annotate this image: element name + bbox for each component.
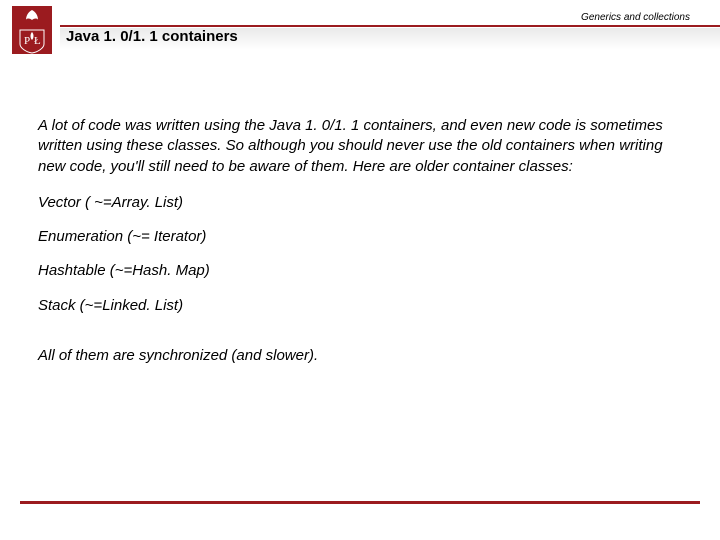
svg-text:P: P [24, 35, 30, 47]
header-rule [60, 25, 720, 27]
list-item: Vector ( ~=Array. List) [38, 193, 682, 213]
slide-header: P Ł Generics and collections Java 1. 0/1… [0, 0, 720, 58]
intro-paragraph: A lot of code was written using the Java… [38, 116, 682, 177]
footnote-paragraph: All of them are synchronized (and slower… [38, 346, 682, 366]
slide: P Ł Generics and collections Java 1. 0/1… [0, 0, 720, 540]
institution-logo-icon: P Ł [12, 6, 52, 54]
slide-title: Java 1. 0/1. 1 containers [66, 28, 238, 45]
list-item: Hashtable (~=Hash. Map) [38, 261, 682, 281]
svg-text:Ł: Ł [34, 35, 41, 47]
list-item: Enumeration (~= Iterator) [38, 227, 682, 247]
slide-body: A lot of code was written using the Java… [38, 116, 682, 380]
list-item: Stack (~=Linked. List) [38, 296, 682, 316]
topic-label: Generics and collections [581, 12, 690, 23]
footer-rule [20, 501, 700, 504]
